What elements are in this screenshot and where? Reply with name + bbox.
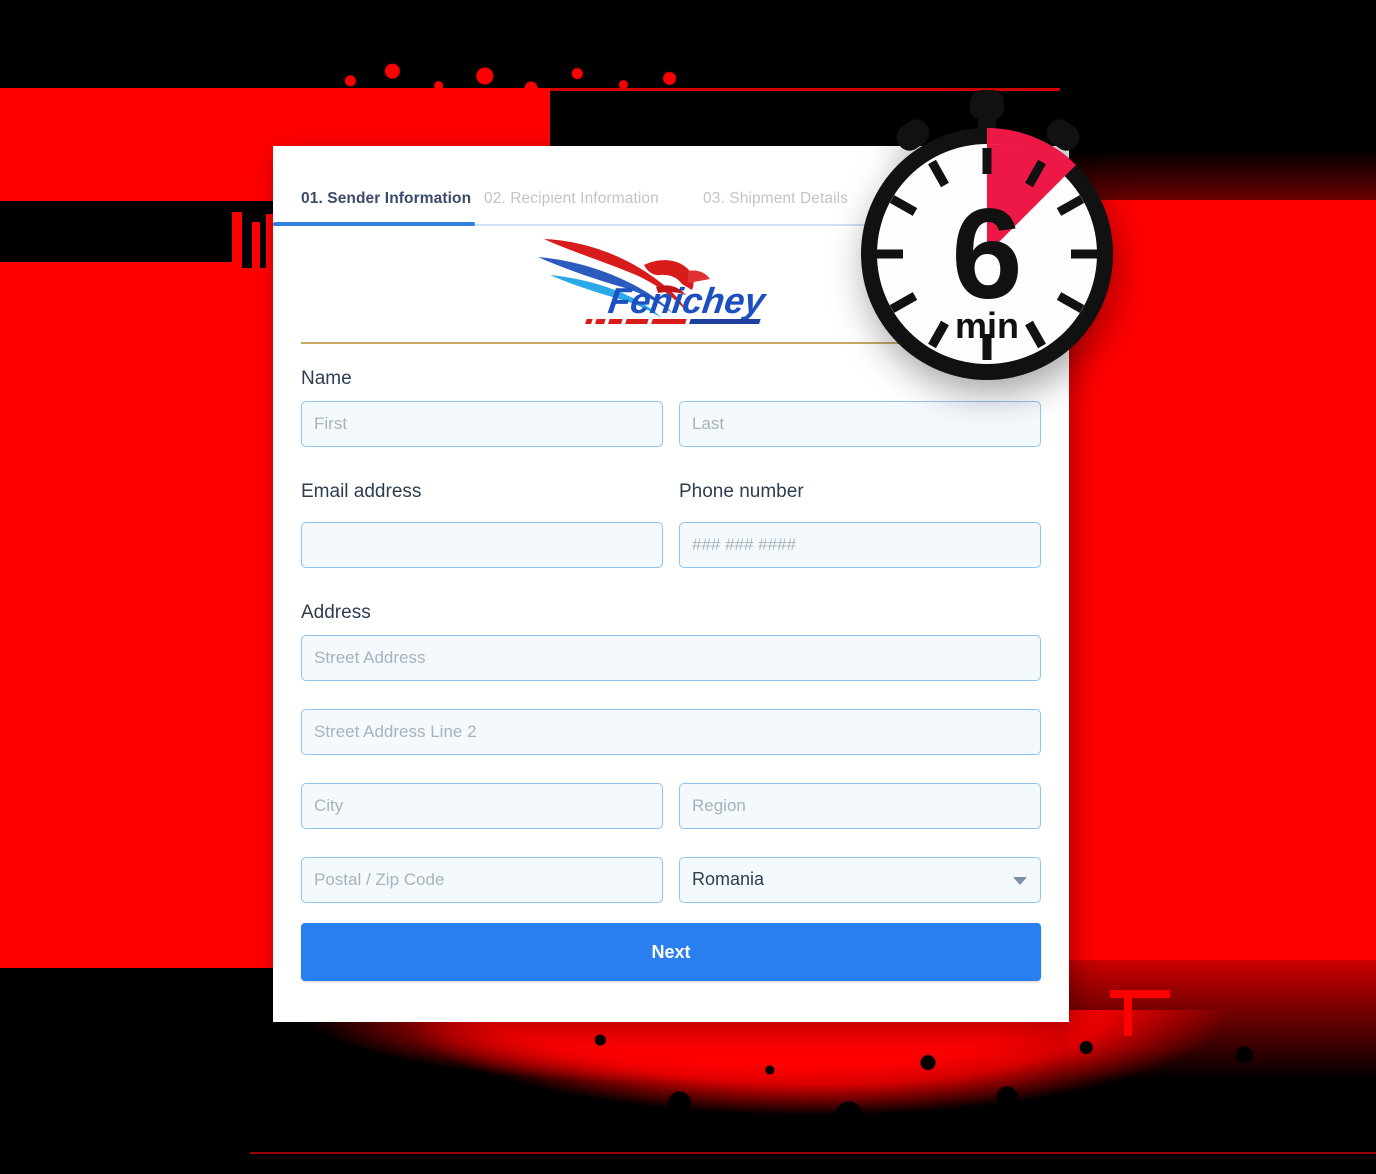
street-address-input[interactable]: [301, 635, 1041, 681]
splatter-left-column: [0, 268, 275, 968]
tab-sender-information[interactable]: 01. Sender Information: [301, 190, 471, 208]
street2-row: [301, 709, 1041, 755]
email-input[interactable]: [301, 522, 663, 568]
page-root: 01. Sender Information 02. Recipient Inf…: [0, 0, 1376, 1174]
splatter-right-speckle: [1060, 300, 1130, 920]
last-name-input[interactable]: [679, 401, 1041, 447]
splatter-mid-left: [0, 268, 280, 538]
phone-input[interactable]: [679, 522, 1041, 568]
name-row: [301, 401, 1041, 447]
first-name-input[interactable]: [301, 401, 663, 447]
stopwatch-unit: min: [955, 305, 1019, 346]
postal-code-input[interactable]: [301, 857, 663, 903]
country-select[interactable]: Romania: [679, 857, 1041, 903]
city-region-row: [301, 783, 1041, 829]
splatter-bottom-speckle: [250, 1010, 1376, 1160]
splatter-mid-left-2: [0, 262, 240, 552]
splatter-top-left-2: [0, 92, 320, 196]
svg-text:Fenichey: Fenichey: [606, 280, 770, 321]
country-select-wrapper[interactable]: Romania: [679, 857, 1041, 903]
street-address-line2-input[interactable]: [301, 709, 1041, 755]
eagle-logo-icon: Fenichey: [538, 239, 770, 324]
contact-row: [301, 522, 1041, 568]
city-input[interactable]: [301, 783, 663, 829]
splatter-tick-5: [1110, 990, 1170, 998]
postal-country-row: Romania: [301, 857, 1041, 903]
sender-information-form: Name Email address Phone number Address: [273, 368, 1069, 981]
contact-label-row: Email address Phone number: [301, 481, 1041, 514]
splatter-top-speckle: [300, 52, 720, 100]
splatter-tick-1: [232, 212, 242, 288]
tab-recipient-information[interactable]: 02. Recipient Information: [484, 190, 659, 208]
address-label: Address: [301, 602, 371, 623]
tab-shipment-details[interactable]: 03. Shipment Details: [703, 190, 848, 208]
splatter-tick-4: [206, 684, 250, 691]
next-button[interactable]: Next: [301, 923, 1041, 981]
stopwatch-badge: 6 min: [861, 90, 1113, 380]
splatter-tick-2: [252, 222, 260, 288]
phone-label: Phone number: [679, 481, 804, 502]
street1-row: [301, 635, 1041, 681]
region-input[interactable]: [679, 783, 1041, 829]
email-label: Email address: [301, 481, 422, 502]
tab-underline-active: [273, 222, 475, 226]
